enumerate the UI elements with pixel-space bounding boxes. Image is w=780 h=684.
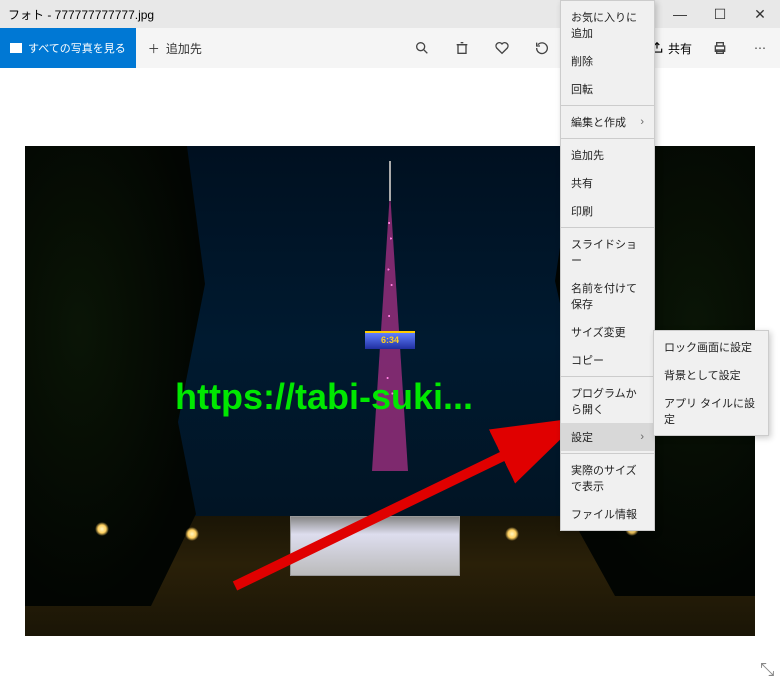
photo-building [290, 516, 460, 576]
menu-item[interactable]: サイズ変更 [561, 318, 654, 346]
settings-submenu: ロック画面に設定背景として設定アプリ タイルに設定 [653, 330, 769, 436]
menu-item[interactable]: 共有 [561, 169, 654, 197]
window-title: フォト - 777777777777.jpg [8, 6, 154, 23]
menu-item[interactable]: 回転 [561, 75, 654, 103]
resize-handle-icon[interactable]: ⤢ [756, 662, 777, 676]
menu-item[interactable]: 設定 [561, 423, 654, 451]
add-to-button[interactable]: ＋ 追加先 [136, 28, 214, 68]
menu-separator [561, 138, 654, 139]
menu-item[interactable]: 実際のサイズで表示 [561, 456, 654, 500]
menu-item[interactable]: お気に入りに追加 [561, 3, 654, 47]
rotate-button[interactable] [522, 28, 562, 68]
submenu-item[interactable]: ロック画面に設定 [654, 333, 768, 361]
menu-item[interactable]: 編集と作成 [561, 108, 654, 136]
menu-item[interactable]: 削除 [561, 47, 654, 75]
photo-tower: 6:34 [370, 161, 410, 471]
menu-item[interactable]: 名前を付けて保存 [561, 274, 654, 318]
minimize-button[interactable]: — [660, 0, 700, 28]
menu-item[interactable]: ファイル情報 [561, 500, 654, 528]
close-button[interactable]: ✕ [740, 0, 780, 28]
menu-separator [561, 376, 654, 377]
menu-separator [561, 227, 654, 228]
photos-icon [10, 43, 22, 53]
all-photos-button[interactable]: すべての写真を見る [0, 28, 136, 68]
all-photos-label: すべての写真を見る [28, 40, 126, 56]
menu-item[interactable]: 印刷 [561, 197, 654, 225]
maximize-button[interactable]: ☐ [700, 0, 740, 28]
menu-item[interactable]: スライドショー [561, 230, 654, 274]
add-to-label: 追加先 [166, 40, 202, 57]
submenu-item[interactable]: 背景として設定 [654, 361, 768, 389]
magnify-icon [414, 40, 430, 56]
favorite-button[interactable] [482, 28, 522, 68]
lamp-icon [95, 522, 109, 536]
menu-separator [561, 105, 654, 106]
toolbar: すべての写真を見る ＋ 追加先 共有 ⋯ [0, 28, 780, 68]
window-controls: — ☐ ✕ [660, 0, 780, 28]
heart-icon [494, 40, 510, 56]
share-label: 共有 [668, 40, 692, 57]
print-icon [712, 40, 728, 56]
watermark-text: https://tabi-suki... [175, 376, 473, 418]
ellipsis-icon: ⋯ [754, 41, 766, 55]
plus-icon: ＋ [148, 40, 160, 57]
rotate-icon [534, 40, 550, 56]
lamp-icon [185, 527, 199, 541]
titlebar: フォト - 777777777777.jpg — ☐ ✕ [0, 0, 780, 28]
menu-item[interactable]: コピー [561, 346, 654, 374]
delete-button[interactable] [442, 28, 482, 68]
print-button[interactable] [700, 28, 740, 68]
zoom-button[interactable] [402, 28, 442, 68]
more-button[interactable]: ⋯ [740, 28, 780, 68]
trash-icon [454, 40, 470, 56]
submenu-item[interactable]: アプリ タイルに設定 [654, 389, 768, 433]
menu-separator [561, 453, 654, 454]
menu-item[interactable]: 追加先 [561, 141, 654, 169]
lamp-icon [505, 527, 519, 541]
menu-item[interactable]: プログラムから開く [561, 379, 654, 423]
context-menu: お気に入りに追加削除回転編集と作成追加先共有印刷スライドショー名前を付けて保存サ… [560, 0, 655, 531]
